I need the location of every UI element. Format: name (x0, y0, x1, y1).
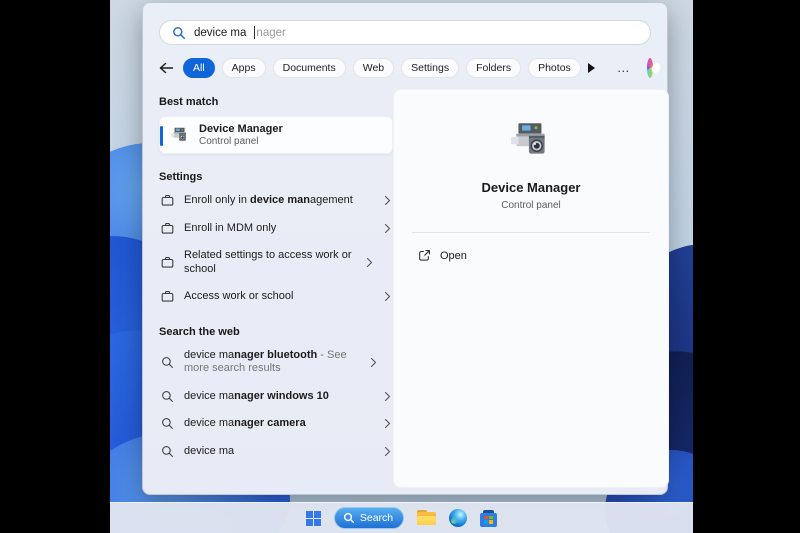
web-result-device-manager-bluetooth[interactable]: device manager bluetooth - See more sear… (159, 342, 393, 383)
chevron-right-icon (384, 195, 391, 206)
search-icon (161, 356, 174, 369)
back-button[interactable] (159, 62, 174, 74)
briefcase-icon (161, 256, 174, 269)
web-result-device-ma[interactable]: device ma (159, 438, 393, 466)
microsoft-store-icon[interactable] (480, 510, 497, 527)
briefcase-icon (161, 290, 174, 303)
desktop-wallpaper: device ma nager All Apps Documents Web S… (110, 0, 693, 533)
settings-results: Enroll only in device management Enroll … (159, 187, 393, 311)
back-arrow-icon (159, 62, 174, 74)
preview-divider (412, 232, 650, 233)
chevron-right-icon (370, 357, 377, 368)
best-match-result-device-manager[interactable]: Device Manager Control panel (159, 116, 393, 154)
taskbar-search-button[interactable]: Search (334, 507, 404, 529)
chevron-right-icon (366, 257, 373, 268)
settings-section-header: Settings (159, 171, 393, 183)
settings-result-enroll-device-management[interactable]: Enroll only in device management (159, 187, 393, 215)
expand-tabs-icon[interactable] (588, 63, 595, 73)
chevron-right-icon (384, 418, 391, 429)
search-query-suggestion: nager (256, 27, 285, 39)
tab-all[interactable]: All (183, 58, 215, 78)
file-explorer-icon[interactable] (417, 510, 436, 526)
selection-accent-bar (160, 126, 163, 146)
chevron-right-icon (384, 446, 391, 457)
web-result-device-manager-windows-10[interactable]: device manager windows 10 (159, 383, 393, 411)
tab-settings[interactable]: Settings (401, 58, 459, 78)
settings-result-access-work-school[interactable]: Access work or school (159, 283, 393, 311)
settings-result-related-settings[interactable]: Related settings to access work or schoo… (159, 242, 393, 283)
chevron-right-icon (384, 391, 391, 402)
search-results-list: Best match (159, 89, 393, 494)
tab-apps[interactable]: Apps (222, 58, 266, 78)
result-preview-pane: Device Manager Control panel Open (393, 89, 669, 488)
search-input[interactable]: device ma nager (159, 20, 651, 45)
search-query-typed: device ma (194, 27, 246, 39)
preview-subtitle: Control panel (501, 200, 560, 211)
desktop-stage: device ma nager All Apps Documents Web S… (0, 0, 800, 533)
web-result-device-manager-camera[interactable]: device manager camera (159, 410, 393, 438)
open-external-icon (418, 249, 431, 262)
taskbar: Search (110, 502, 693, 533)
more-options-button[interactable]: … (617, 65, 631, 71)
start-button-windows-icon[interactable] (306, 511, 321, 526)
chevron-right-icon (384, 291, 391, 302)
search-icon (161, 417, 174, 430)
briefcase-icon (161, 194, 174, 207)
tab-web[interactable]: Web (353, 58, 394, 78)
open-action-button[interactable]: Open (412, 246, 473, 265)
search-web-section-header: Search the web (159, 326, 393, 338)
tab-photos[interactable]: Photos (528, 58, 581, 78)
open-label: Open (440, 250, 467, 262)
search-icon (161, 445, 174, 458)
search-flyout-panel: device ma nager All Apps Documents Web S… (142, 2, 668, 495)
taskbar-search-label: Search (360, 512, 393, 524)
edge-browser-icon[interactable] (449, 509, 467, 527)
best-match-subtitle: Control panel (199, 136, 283, 148)
best-match-text: Device Manager Control panel (199, 123, 283, 148)
web-results: device manager bluetooth - See more sear… (159, 342, 393, 466)
search-icon (161, 390, 174, 403)
tab-documents[interactable]: Documents (273, 58, 346, 78)
device-manager-icon-large (508, 117, 554, 163)
text-caret (254, 26, 255, 39)
search-icon (343, 512, 355, 524)
settings-result-enroll-mdm[interactable]: Enroll in MDM only (159, 215, 393, 243)
best-match-header: Best match (159, 96, 393, 108)
tab-folders[interactable]: Folders (466, 58, 521, 78)
briefcase-icon (161, 222, 174, 235)
chevron-right-icon (384, 223, 391, 234)
device-manager-icon (170, 125, 190, 145)
best-match-title: Device Manager (199, 123, 283, 136)
search-icon (172, 26, 186, 40)
search-filter-tabs: All Apps Documents Web Settings Folders … (159, 57, 653, 78)
copilot-icon[interactable] (647, 58, 653, 78)
preview-title: Device Manager (482, 180, 581, 195)
